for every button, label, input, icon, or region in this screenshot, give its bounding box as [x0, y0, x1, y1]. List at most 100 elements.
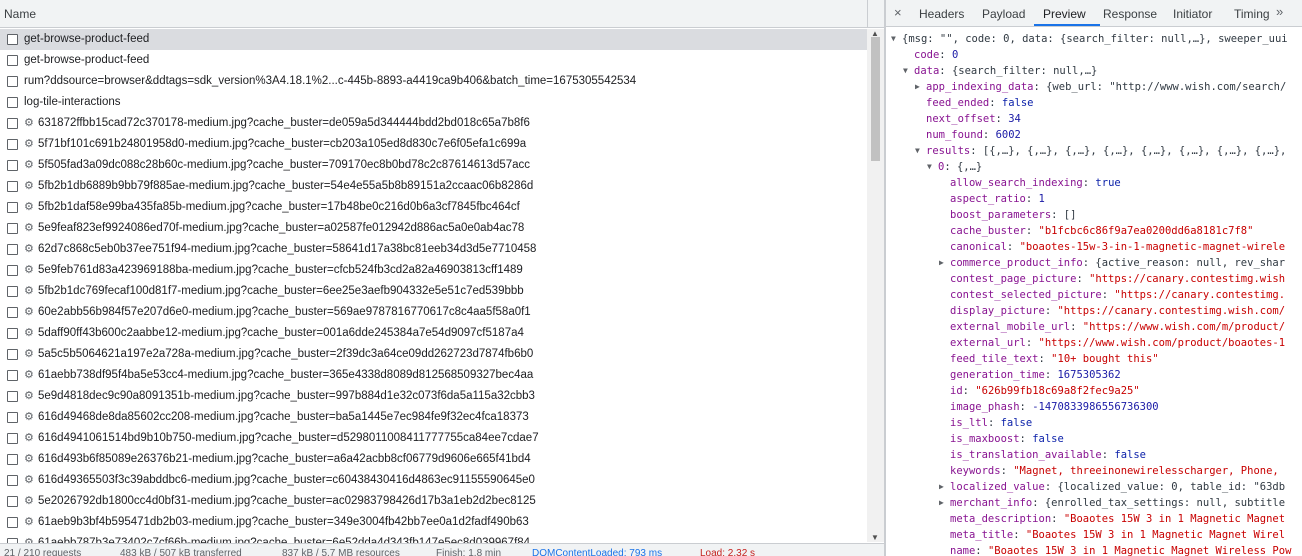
request-row[interactable]: ⚙ 631872ffbb15cad72c370178-medium.jpg?cac… [0, 113, 867, 134]
request-row[interactable]: ⚙ 5e9feaf823ef9924086ed70f-medium.jpg?cac… [0, 218, 867, 239]
row-checkbox[interactable] [7, 160, 18, 171]
details-tab-bar: × Headers Payload Preview Response Initi… [886, 0, 1302, 27]
row-checkbox[interactable] [7, 202, 18, 213]
row-checkbox[interactable] [7, 475, 18, 486]
row-checkbox[interactable] [7, 139, 18, 150]
request-row[interactable]: ⚙ 5fb2b1daf58e99ba435fa85b-medium.jpg?cac… [0, 197, 867, 218]
row-checkbox[interactable] [7, 118, 18, 129]
json-tree-line[interactable]: ▼ 0: {,…} [886, 159, 1302, 175]
request-row[interactable]: log-tile-interactions [0, 92, 867, 113]
json-value: "https://canary.contestimg.wish [1089, 273, 1286, 285]
json-tree-line[interactable]: ▼ data: {search_filter: null,…} [886, 63, 1302, 79]
request-row[interactable]: get-browse-product-feed [0, 29, 867, 50]
json-value: : [1038, 353, 1052, 365]
request-row[interactable]: ⚙ 62d7c868c5eb0b37ee751f94-medium.jpg?cac… [0, 239, 867, 260]
expand-right-icon[interactable]: ▶ [939, 255, 944, 271]
json-line-text: allow_search_indexing: true [950, 175, 1121, 191]
row-checkbox[interactable] [7, 244, 18, 255]
request-name: 616d49468de8da85602cc208-medium.jpg?cach… [38, 411, 529, 423]
json-tree-line[interactable]: ▶ merchant_info: {enrolled_tax_settings: … [886, 495, 1302, 511]
request-row[interactable]: ⚙ 5e9feb761d83a423969188ba-medium.jpg?cac… [0, 260, 867, 281]
request-row[interactable]: get-browse-product-feed [0, 50, 867, 71]
tab-preview[interactable]: Preview [1043, 7, 1086, 21]
scroll-down-icon[interactable]: ▼ [871, 533, 879, 542]
column-divider[interactable] [867, 0, 868, 28]
row-checkbox[interactable] [7, 76, 18, 87]
json-value: : [1006, 241, 1020, 253]
request-row[interactable]: ⚙ 60e2abb56b984f57e207d6e0-medium.jpg?cac… [0, 302, 867, 323]
request-row[interactable]: ⚙ 61aeb9b3bf4b595471db2b03-medium.jpg?cac… [0, 512, 867, 533]
request-list-scrollbar[interactable]: ▲ ▼ [867, 29, 884, 542]
json-value: "10+ bought this" [1051, 353, 1159, 365]
name-column-header[interactable]: Name [0, 0, 884, 28]
request-list-panel: Name get-browse-product-feed get-browse-p… [0, 0, 884, 556]
json-key: external_mobile_url [950, 321, 1071, 333]
json-value: : {enrolled_tax_settings: null, subtitle [1032, 497, 1286, 509]
row-checkbox[interactable] [7, 433, 18, 444]
request-row[interactable]: ⚙ 5e9d4818dec9c90a8091351b-medium.jpg?cac… [0, 386, 867, 407]
request-row[interactable]: ⚙ 616d49468de8da85602cc208-medium.jpg?cac… [0, 407, 867, 428]
json-value: "https://canary.contestimg.wish.com/ [1057, 305, 1286, 317]
expand-right-icon[interactable]: ▶ [939, 479, 944, 495]
request-row[interactable]: ⚙ 616d49365503f3c39abddbc6-medium.jpg?cac… [0, 470, 867, 491]
json-line-text: is_translation_available: false [950, 447, 1146, 463]
json-line-text: is_ltl: false [950, 415, 1032, 431]
json-key: num_found [926, 129, 983, 141]
expand-down-icon[interactable]: ▼ [903, 63, 908, 79]
expand-down-icon[interactable]: ▼ [927, 159, 932, 175]
json-tree-line[interactable]: ▶ commerce_product_info: {active_reason: … [886, 255, 1302, 271]
row-checkbox[interactable] [7, 454, 18, 465]
row-checkbox[interactable] [7, 328, 18, 339]
tab-initiator[interactable]: Initiator [1173, 7, 1212, 21]
request-row[interactable]: ⚙ 5e2026792db1800cc4d0bf31-medium.jpg?cac… [0, 491, 867, 512]
row-checkbox[interactable] [7, 391, 18, 402]
tab-response[interactable]: Response [1103, 7, 1157, 21]
row-checkbox[interactable] [7, 55, 18, 66]
row-checkbox[interactable] [7, 412, 18, 423]
request-row[interactable]: ⚙ 5f71bf101c691b24801958d0-medium.jpg?cac… [0, 134, 867, 155]
scrollbar-thumb[interactable] [871, 37, 880, 161]
json-key: meta_description [950, 513, 1052, 525]
expand-right-icon[interactable]: ▶ [939, 495, 944, 511]
row-checkbox[interactable] [7, 349, 18, 360]
json-tree-line[interactable]: ▼ {msg: "", code: 0, data: {search_filter… [886, 31, 1302, 47]
row-checkbox[interactable] [7, 265, 18, 276]
expand-down-icon[interactable]: ▼ [891, 31, 896, 47]
tab-headers[interactable]: Headers [919, 7, 964, 21]
image-request-icon: ⚙ [24, 264, 34, 276]
request-row[interactable]: ⚙ 5fb2b1db6889b9bb79f885ae-medium.jpg?cac… [0, 176, 867, 197]
tab-timing[interactable]: Timing [1234, 7, 1270, 21]
request-row[interactable]: ⚙ 5fb2b1dc769fecaf100d81f7-medium.jpg?cac… [0, 281, 867, 302]
json-tree-line[interactable]: ▶ localized_value: {localized_value: 0, t… [886, 479, 1302, 495]
row-checkbox[interactable] [7, 286, 18, 297]
row-checkbox[interactable] [7, 223, 18, 234]
json-line-text: boost_parameters: [] [950, 207, 1076, 223]
row-checkbox[interactable] [7, 307, 18, 318]
request-row[interactable]: ⚙ 5a5c5b5064621a197e2a728a-medium.jpg?cac… [0, 344, 867, 365]
row-checkbox[interactable] [7, 517, 18, 528]
request-row[interactable]: ⚙ 61aebb738df95f4ba5e53cc4-medium.jpg?cac… [0, 365, 867, 386]
more-tabs-icon[interactable]: » [1276, 4, 1283, 19]
request-row[interactable]: ⚙ 5f505fad3a09dc088c28b60c-medium.jpg?cac… [0, 155, 867, 176]
json-line-text: generation_time: 1675305362 [950, 367, 1121, 383]
close-icon[interactable]: × [894, 5, 902, 20]
request-row[interactable]: ⚙ 616d4941061514bd9b10b750-medium.jpg?cac… [0, 428, 867, 449]
row-checkbox[interactable] [7, 34, 18, 45]
json-value: true [1095, 177, 1121, 189]
tab-payload[interactable]: Payload [982, 7, 1025, 21]
row-checkbox[interactable] [7, 181, 18, 192]
row-checkbox[interactable] [7, 97, 18, 108]
json-tree-line[interactable]: ▶ app_indexing_data: {web_url: "http://ww… [886, 79, 1302, 95]
row-checkbox[interactable] [7, 496, 18, 507]
expand-down-icon[interactable]: ▼ [915, 143, 920, 159]
request-row[interactable]: ⚙ 5daff90ff43b600c2aabbe12-medium.jpg?cac… [0, 323, 867, 344]
request-row[interactable]: rum?ddsource=browser&ddtags=sdk_version%… [0, 71, 867, 92]
json-tree-line: num_found: 6002 [886, 127, 1302, 143]
row-checkbox[interactable] [7, 370, 18, 381]
request-row[interactable]: ⚙ 616d493b6f85089e26376b21-medium.jpg?cac… [0, 449, 867, 470]
json-key: localized_value [950, 481, 1045, 493]
expand-right-icon[interactable]: ▶ [915, 79, 920, 95]
json-line-text: commerce_product_info: {active_reason: n… [950, 255, 1285, 271]
json-tree-line[interactable]: ▼ results: [{,…}, {,…}, {,…}, {,…}, {,…},… [886, 143, 1302, 159]
json-value: : [962, 385, 976, 397]
